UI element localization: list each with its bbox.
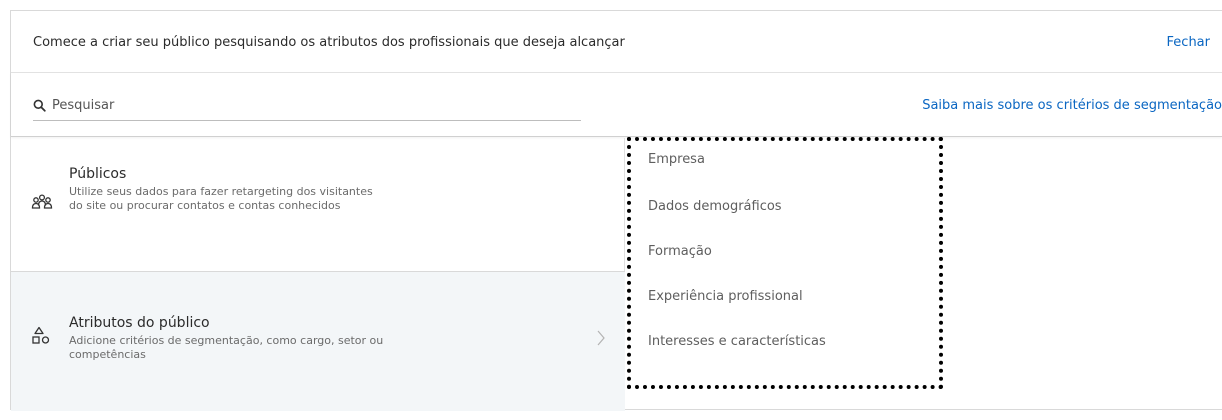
subcategory-item-education[interactable]: Formação	[648, 244, 712, 259]
search-row: Saiba mais sobre os critérios de segment…	[11, 73, 1222, 137]
learn-more-link[interactable]: Saiba mais sobre os critérios de segment…	[922, 98, 1222, 113]
category-item-audiences[interactable]: Públicos Utilize seus dados para fazer r…	[11, 138, 625, 272]
category-name: Públicos	[69, 166, 127, 182]
panel-header: Comece a criar seu público pesquisando o…	[11, 11, 1222, 73]
category-description: Adicione critérios de segmentação, como …	[69, 334, 384, 361]
subcategory-item-job-experience[interactable]: Experiência profissional	[648, 289, 803, 304]
search-field[interactable]	[33, 91, 581, 121]
subcategory-list: Empresa Dados demográficos Formação Expe…	[626, 138, 956, 411]
subcategory-item-demographics[interactable]: Dados demográficos	[648, 199, 782, 214]
shapes-icon	[31, 326, 53, 344]
search-icon	[33, 99, 46, 112]
category-item-audience-attributes[interactable]: Atributos do público Adicione critérios …	[11, 272, 625, 411]
category-description: Utilize seus dados para fazer retargetin…	[69, 185, 373, 212]
people-group-icon	[31, 193, 53, 211]
chevron-right-icon	[596, 330, 606, 346]
audience-builder-panel: Comece a criar seu público pesquisando o…	[10, 10, 1222, 411]
panel-title: Comece a criar seu público pesquisando o…	[33, 35, 625, 50]
close-button[interactable]: Fechar	[1167, 35, 1210, 50]
search-input[interactable]	[52, 98, 581, 113]
subcategory-item-company[interactable]: Empresa	[648, 152, 705, 167]
category-list: Públicos Utilize seus dados para fazer r…	[11, 138, 625, 411]
category-name: Atributos do público	[69, 315, 210, 331]
subcategory-item-interests-traits[interactable]: Interesses e características	[648, 334, 826, 349]
